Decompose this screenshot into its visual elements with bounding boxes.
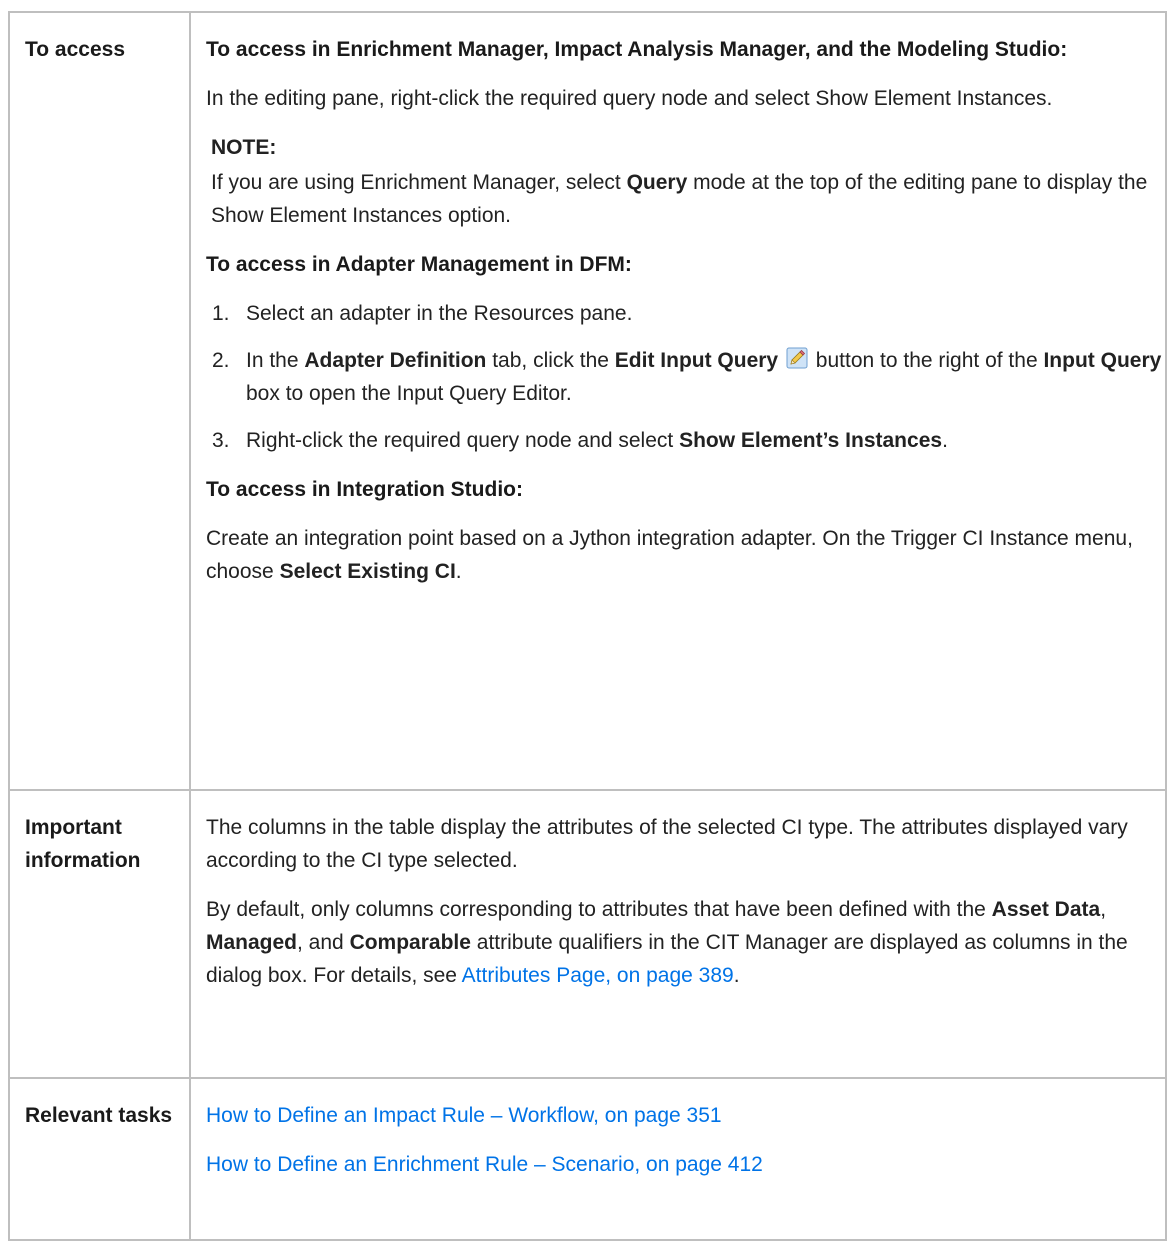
step-text-mid1: tab, click the bbox=[486, 349, 615, 372]
para2-text-post: . bbox=[733, 964, 740, 987]
step-bold-show-element-instances: Show Element’s Instances bbox=[679, 429, 943, 452]
note-text-bold: Query bbox=[626, 171, 688, 194]
step-bold-adapter-definition: Adapter Definition bbox=[304, 349, 487, 372]
step-text-pre: In the bbox=[246, 349, 305, 372]
list-item: 1. Select an adapter in the Resources pa… bbox=[206, 297, 1165, 330]
attributes-page-link[interactable]: Attributes Page, on page 389 bbox=[462, 964, 734, 987]
separator: , bbox=[1100, 898, 1107, 921]
list-item: 3. Right-click the required query node a… bbox=[206, 424, 1165, 457]
dfm-steps-list: 1. Select an adapter in the Resources pa… bbox=[206, 297, 1165, 457]
step-number: 3. bbox=[212, 429, 230, 452]
list-item: 2. In the Adapter Definition tab, click … bbox=[206, 344, 1165, 410]
step-number: 1. bbox=[212, 302, 230, 325]
step-text: Select an adapter in the Resources pane. bbox=[246, 302, 633, 325]
row-content-to-access: To access in Enrichment Manager, Impact … bbox=[189, 11, 1167, 791]
note-title: NOTE: bbox=[211, 136, 277, 159]
row-label-important-information: Important information bbox=[8, 789, 191, 1079]
step-text-pre: Right-click the required query node and … bbox=[246, 429, 680, 452]
note-text: If you are using Enrichment Manager, sel… bbox=[211, 166, 1165, 232]
qualifier-comparable: Comparable bbox=[349, 931, 471, 954]
para2-text-pre: By default, only columns corresponding t… bbox=[206, 898, 992, 921]
note-text-pre: If you are using Enrichment Manager, sel… bbox=[211, 171, 627, 194]
step-bold-input-query: Input Query bbox=[1043, 349, 1162, 372]
impact-rule-workflow-link[interactable]: How to Define an Impact Rule – Workflow,… bbox=[206, 1104, 722, 1127]
row-label-relevant-tasks: Relevant tasks bbox=[8, 1077, 191, 1241]
step-number: 2. bbox=[212, 349, 230, 372]
enrichment-rule-scenario-link[interactable]: How to Define an Enrichment Rule – Scena… bbox=[206, 1153, 763, 1176]
row-content-relevant-tasks: How to Define an Impact Rule – Workflow,… bbox=[189, 1077, 1167, 1241]
separator: , and bbox=[297, 931, 350, 954]
integration-bold: Select Existing CI bbox=[279, 560, 456, 583]
editing-pane-instructions: In the editing pane, right-click the req… bbox=[206, 87, 1053, 110]
task-link-row: How to Define an Impact Rule – Workflow,… bbox=[206, 1099, 1165, 1132]
integration-text-post: . bbox=[455, 560, 462, 583]
heading-dfm-access: To access in Adapter Management in DFM: bbox=[206, 253, 632, 276]
row-content-important-information: The columns in the table display the att… bbox=[189, 789, 1167, 1079]
row-label-to-access: To access bbox=[8, 11, 191, 791]
heading-enrichment-access: To access in Enrichment Manager, Impact … bbox=[206, 38, 1068, 61]
important-paragraph-1: The columns in the table display the att… bbox=[206, 816, 1128, 872]
integration-instructions: Create an integration point based on a J… bbox=[206, 522, 1165, 588]
heading-integration-access: To access in Integration Studio: bbox=[206, 478, 523, 501]
step-text-post: box to open the Input Query Editor. bbox=[246, 382, 572, 405]
qualifier-asset-data: Asset Data bbox=[991, 898, 1101, 921]
table-row: Important information The columns in the… bbox=[8, 789, 1167, 1079]
step-text-post: . bbox=[942, 429, 948, 452]
note-box: NOTE: If you are using Enrichment Manage… bbox=[211, 131, 1165, 232]
table-row: Relevant tasks How to Define an Impact R… bbox=[8, 1077, 1167, 1241]
important-paragraph-2: By default, only columns corresponding t… bbox=[206, 893, 1165, 992]
table-row: To access To access in Enrichment Manage… bbox=[8, 11, 1167, 791]
reference-table: To access To access in Enrichment Manage… bbox=[8, 11, 1167, 1241]
step-bold-edit-input-query: Edit Input Query bbox=[614, 349, 779, 372]
pencil-icon bbox=[786, 346, 808, 369]
step-text-mid2: button to the right of the bbox=[809, 349, 1044, 372]
qualifier-managed: Managed bbox=[206, 931, 298, 954]
task-link-row: How to Define an Enrichment Rule – Scena… bbox=[206, 1148, 1165, 1181]
